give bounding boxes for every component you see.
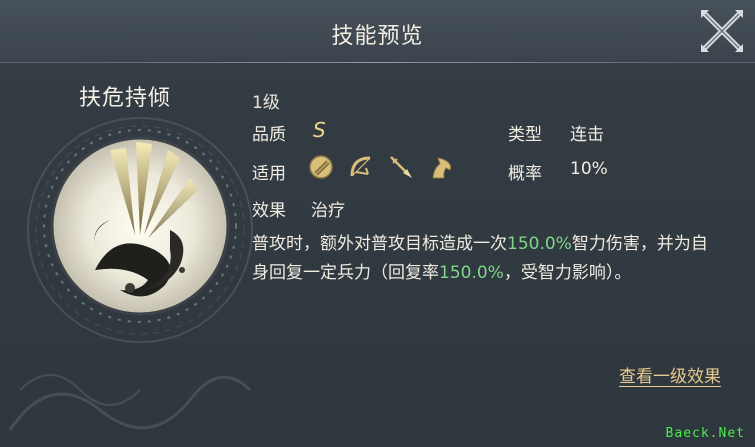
- skill-icon: [40, 120, 240, 330]
- shield-icon: [308, 154, 334, 180]
- type-value: 连击: [570, 125, 604, 145]
- spear-icon: [388, 154, 414, 180]
- type-label: 类型: [508, 125, 542, 145]
- quality-label: 品质: [252, 125, 286, 145]
- header-bar: 技能预览: [0, 0, 755, 63]
- description-text: 普攻时，额外对普攻目标造成一次: [252, 234, 507, 254]
- heal-percent: 150.0%: [439, 263, 504, 283]
- applies-icons: [308, 154, 454, 182]
- view-level-one-effect-link[interactable]: 查看一级效果: [619, 362, 721, 387]
- skill-level: 1级: [252, 93, 280, 113]
- effect-label: 效果: [252, 201, 286, 221]
- effect-value: 治疗: [311, 201, 345, 221]
- applies-label: 适用: [252, 164, 286, 184]
- damage-percent: 150.0%: [507, 234, 572, 254]
- skill-preview-panel: 技能预览 扶危持倾 1级 品质 S 类型 连击 适用 概率 10% 效果 治疗 …: [0, 0, 755, 447]
- page-title: 技能预览: [331, 24, 424, 49]
- rate-label: 概率: [508, 164, 542, 184]
- close-button[interactable]: [697, 6, 747, 56]
- close-icon: [701, 10, 743, 52]
- skill-name: 扶危持倾: [78, 86, 171, 111]
- description-text: ，受智力影响）。: [503, 263, 632, 283]
- bow-icon: [348, 154, 374, 180]
- watermark: Baeck.Net: [665, 426, 745, 441]
- skill-description: 普攻时，额外对普攻目标造成一次150.0%智力伤害，并为自身回复一定兵力（回复率…: [252, 230, 722, 288]
- horse-icon: [428, 154, 454, 180]
- quality-value: S: [313, 118, 326, 142]
- rate-value: 10%: [570, 159, 608, 179]
